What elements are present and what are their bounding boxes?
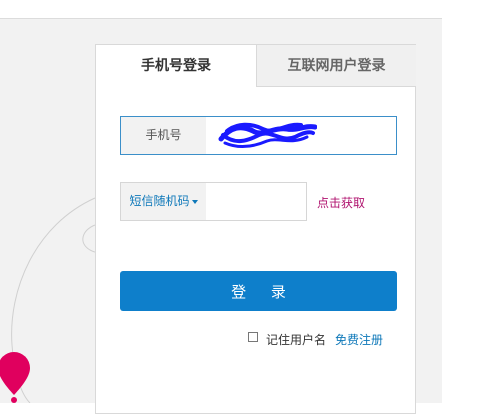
sms-type-label: 短信随机码	[129, 194, 190, 208]
free-register-link[interactable]: 免费注册	[335, 331, 383, 348]
phone-field: 手机号	[120, 116, 397, 155]
sms-code-input[interactable]	[206, 183, 306, 220]
phone-label: 手机号	[121, 117, 206, 154]
get-code-link[interactable]: 点击获取	[317, 194, 365, 211]
tab-phone-login[interactable]: 手机号登录	[96, 45, 256, 87]
right-margin	[442, 0, 486, 403]
remember-username-label: 记住用户名	[266, 333, 327, 347]
phone-input[interactable]	[206, 117, 396, 154]
tab-internet-user-login[interactable]: 互联网用户登录	[256, 45, 416, 87]
remember-username-checkbox[interactable]	[248, 332, 258, 342]
decor-arc-small	[82, 224, 96, 253]
sms-code-field: 短信随机码	[120, 182, 307, 221]
caret-down-icon	[191, 199, 198, 204]
login-button[interactable]: 登 录	[120, 271, 397, 311]
login-card: 手机号登录 互联网用户登录 手机号 短信随机码 点击获取 登 录 记住用户名 免…	[95, 44, 416, 414]
map-pin-icon	[0, 352, 30, 403]
sms-type-select[interactable]: 短信随机码	[121, 183, 206, 220]
